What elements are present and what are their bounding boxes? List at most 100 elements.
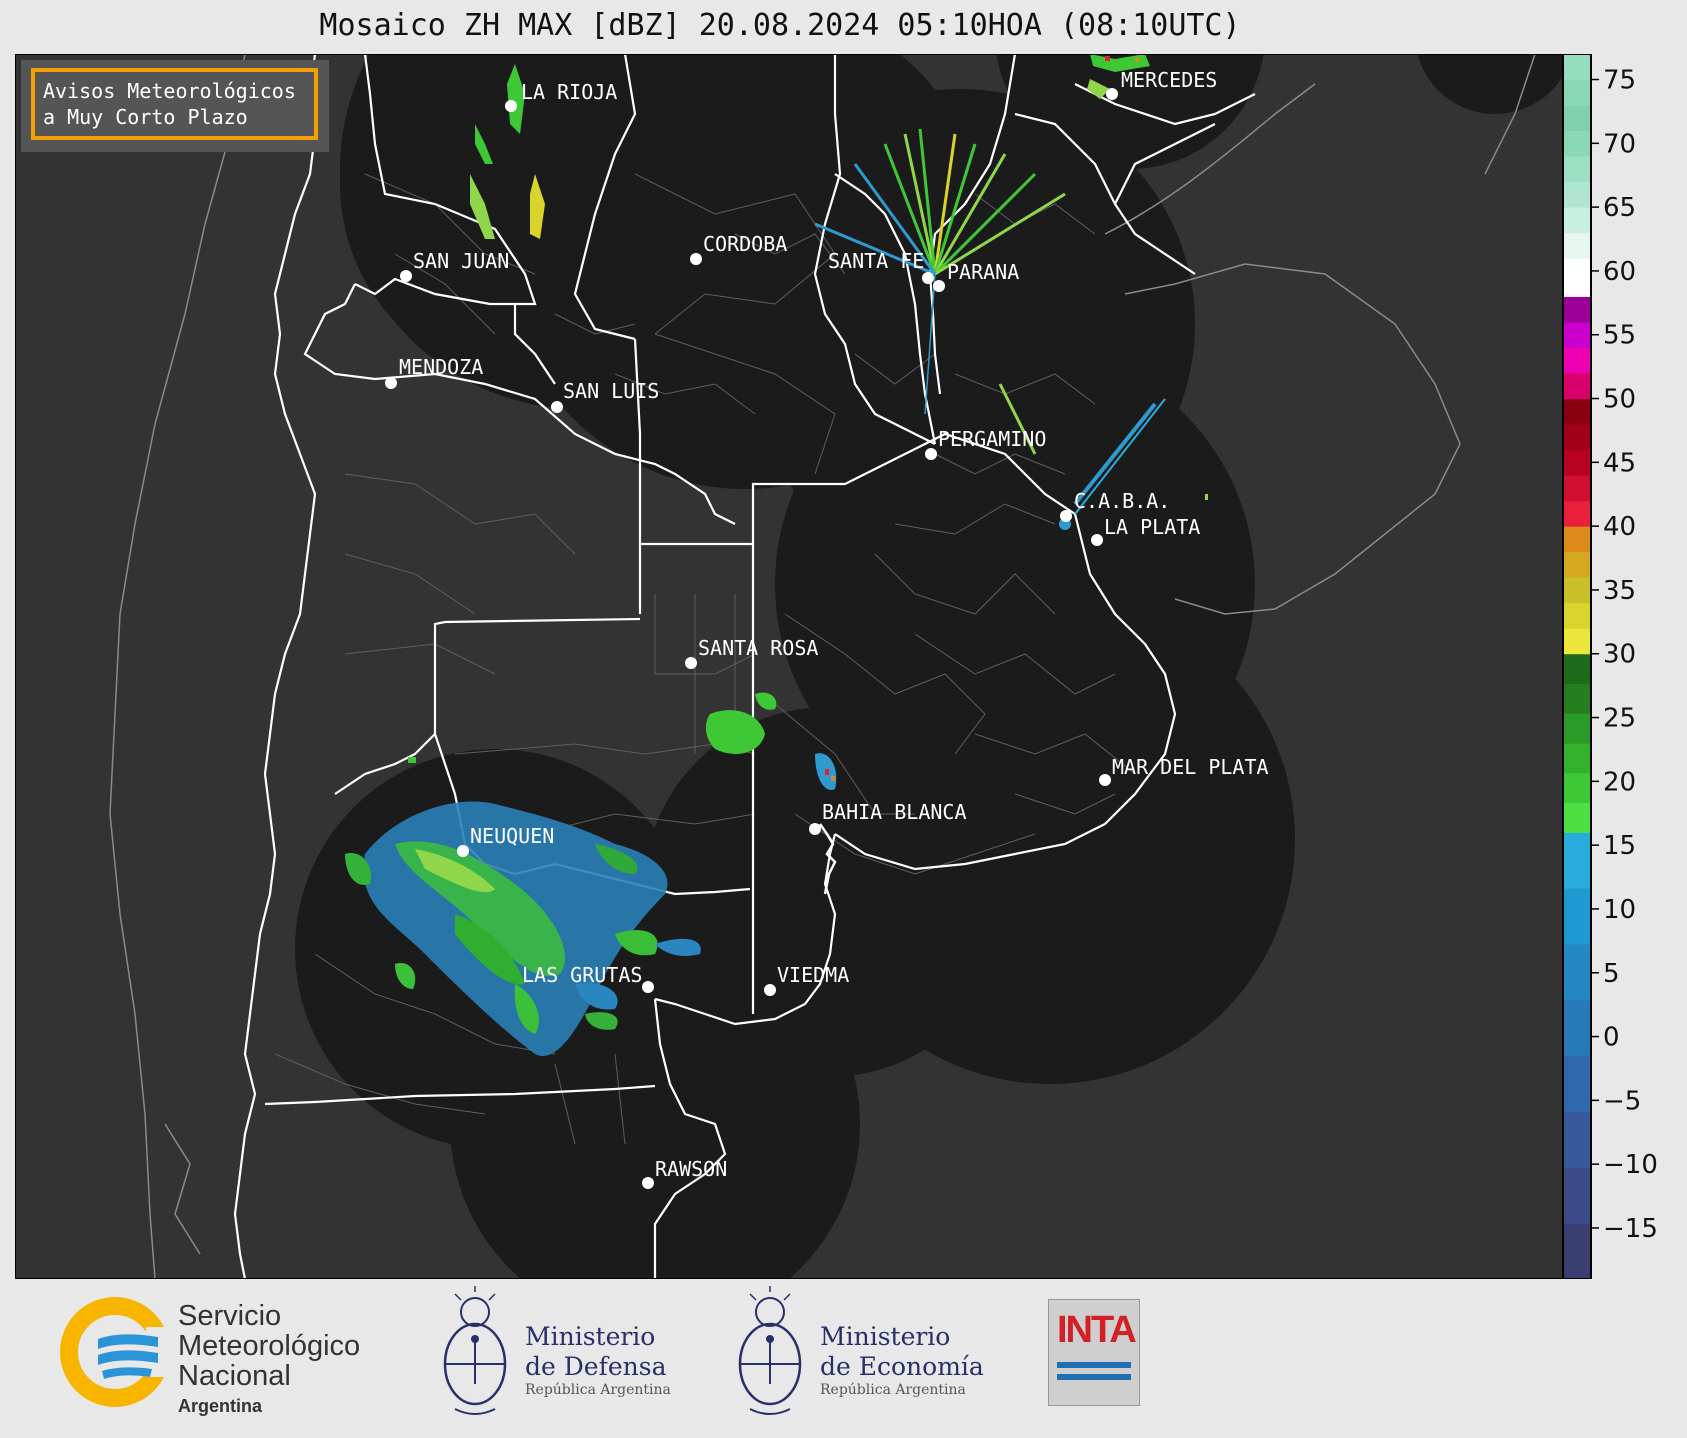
- footer-logos: Servicio Meteorológico Nacional Argentin…: [0, 1279, 1687, 1438]
- colorbar-segment: [1563, 1167, 1591, 1224]
- colorbar-segment: [1563, 424, 1591, 451]
- colorbar-segment: [1563, 449, 1591, 476]
- colorbar-segment: [1563, 347, 1591, 374]
- colorbar-tick-label: 0: [1603, 1023, 1620, 1053]
- colorbar-segment: [1563, 258, 1591, 297]
- colorbar-segment: [1563, 743, 1591, 774]
- economia-line-2: de Economía: [820, 1352, 984, 1381]
- colorbar-segment: [1563, 500, 1591, 527]
- notice-box: Avisos Meteorológicos a Muy Corto Plazo: [21, 60, 329, 152]
- colorbar-segment: [1563, 398, 1591, 425]
- colorbar-segment: [1563, 772, 1591, 804]
- svg-text:CORDOBA: CORDOBA: [703, 232, 787, 256]
- national-coat-of-arms-icon: [443, 1286, 507, 1415]
- svg-text:MAR DEL PLATA: MAR DEL PLATA: [1112, 755, 1269, 779]
- colorbar-tick-label: 35: [1603, 576, 1636, 606]
- svg-text:SANTA FE: SANTA FE: [828, 249, 924, 273]
- colorbar-segment: [1563, 683, 1591, 714]
- colorbar-tick-label: −10: [1603, 1150, 1658, 1180]
- colorbar-segment: [1563, 207, 1591, 234]
- colorbar-segment: [1563, 526, 1591, 553]
- svg-text:MENDOZA: MENDOZA: [399, 355, 483, 379]
- inta-stripe-1: [1057, 1362, 1131, 1368]
- colorbar-tick-label: 60: [1603, 257, 1636, 287]
- colorbar-segment: [1563, 156, 1591, 183]
- colorbar-segment: [1563, 181, 1591, 208]
- colorbar-segment: [1563, 296, 1591, 323]
- map-title: Mosaico ZH MAX [dBZ] 20.08.2024 05:10HOA…: [319, 8, 1241, 43]
- colorbar: 757065605550454035302520151050−5−10−15: [1563, 54, 1658, 1279]
- colorbar-segment: [1563, 475, 1591, 502]
- smn-line-2: Meteorológico: [178, 1330, 361, 1362]
- radar-map[interactable]: Avisos Meteorológicos a Muy Corto Plazo …: [15, 54, 1563, 1279]
- inta-logo[interactable]: INTA: [1048, 1299, 1140, 1406]
- colorbar-segment: [1563, 653, 1591, 685]
- smn-logo[interactable]: Servicio Meteorológico Nacional Argentin…: [60, 1297, 400, 1417]
- economia-text: Ministerio de Economía República Argenti…: [820, 1322, 984, 1398]
- notice-line-1: Avisos Meteorológicos: [43, 79, 296, 103]
- svg-text:PARANA: PARANA: [947, 260, 1019, 284]
- colorbar-tick-label: 70: [1603, 129, 1636, 159]
- colorbar-tick-label: 20: [1603, 767, 1636, 797]
- colorbar-tick-label: 40: [1603, 512, 1636, 542]
- svg-text:C.A.B.A.: C.A.B.A.: [1074, 489, 1170, 513]
- colorbar-tick-label: 10: [1603, 895, 1636, 925]
- svg-text:VIEDMA: VIEDMA: [777, 963, 849, 987]
- economia-line-3: República Argentina: [820, 1382, 966, 1398]
- economia-line-1: Ministerio: [820, 1322, 951, 1351]
- national-coat-of-arms-icon: [738, 1286, 802, 1415]
- colorbar-segment: [1563, 79, 1591, 106]
- ministerio-economia-logo[interactable]: Ministerio de Economía República Argenti…: [730, 1284, 1000, 1429]
- smn-line-4: Argentina: [178, 1396, 263, 1416]
- colorbar-segment: [1563, 602, 1591, 629]
- colorbar-tick-label: 55: [1603, 321, 1636, 351]
- colorbar-segment: [1563, 577, 1591, 604]
- colorbar-tick-label: 65: [1603, 193, 1636, 223]
- colorbar-tick-label: 5: [1603, 959, 1620, 989]
- colorbar-segment: [1563, 1111, 1591, 1168]
- inta-stripe-2: [1057, 1374, 1131, 1380]
- svg-text:NEUQUEN: NEUQUEN: [470, 824, 554, 848]
- colorbar-segment: [1563, 105, 1591, 132]
- colorbar-segment: [1563, 1055, 1591, 1113]
- colorbar-segment: [1563, 321, 1591, 348]
- colorbar-segment: [1563, 944, 1591, 1001]
- svg-text:PERGAMINO: PERGAMINO: [938, 427, 1046, 451]
- colorbar-tick-label: −5: [1603, 1086, 1641, 1116]
- colorbar-tick-label: 30: [1603, 640, 1636, 670]
- colorbar-segment: [1563, 628, 1591, 655]
- ministerio-defensa-logo[interactable]: Ministerio de Defensa República Argentin…: [435, 1284, 695, 1429]
- defensa-line-2: de Defensa: [525, 1352, 667, 1381]
- svg-text:LA PLATA: LA PLATA: [1104, 515, 1200, 539]
- colorbar-segment: [1563, 802, 1591, 833]
- svg-text:LAS GRUTAS: LAS GRUTAS: [522, 963, 642, 987]
- colorbar-tick-label: 15: [1603, 831, 1636, 861]
- colorbar-segment: [1563, 888, 1591, 945]
- colorbar-tick-label: −15: [1603, 1214, 1658, 1244]
- svg-text:SAN LUIS: SAN LUIS: [563, 379, 659, 403]
- notice-line-2: a Muy Corto Plazo: [43, 105, 248, 129]
- colorbar-segment: [1563, 832, 1591, 889]
- colorbar-segment: [1563, 232, 1591, 259]
- colorbar-segment: [1563, 551, 1591, 578]
- smn-emblem-icon: [60, 1297, 170, 1407]
- colorbar-segment: [1563, 1223, 1591, 1279]
- colorbar-tick-label: 75: [1603, 66, 1636, 96]
- svg-text:SANTA ROSA: SANTA ROSA: [698, 636, 818, 660]
- colorbar-tick-label: 45: [1603, 448, 1636, 478]
- smn-name: Servicio Meteorológico Nacional Argentin…: [178, 1301, 360, 1421]
- colorbar-segment: [1563, 373, 1591, 400]
- defensa-line-1: Ministerio: [525, 1322, 656, 1351]
- colorbar-segment: [1563, 713, 1591, 744]
- colorbar-segment: [1563, 999, 1591, 1057]
- svg-text:BAHIA BLANCA: BAHIA BLANCA: [822, 800, 967, 824]
- smn-line-1: Servicio: [178, 1300, 282, 1332]
- colorbar-segment: [1563, 54, 1591, 81]
- inta-wordmark: INTA: [1057, 1309, 1137, 1351]
- colorbar-tick-label: 50: [1603, 385, 1636, 415]
- colorbar-tick-label: 25: [1603, 704, 1636, 734]
- colorbar-segment: [1563, 130, 1591, 157]
- svg-text:LA RIOJA: LA RIOJA: [521, 80, 617, 104]
- defensa-line-3: República Argentina: [525, 1382, 671, 1398]
- svg-text:RAWSON: RAWSON: [655, 1157, 727, 1181]
